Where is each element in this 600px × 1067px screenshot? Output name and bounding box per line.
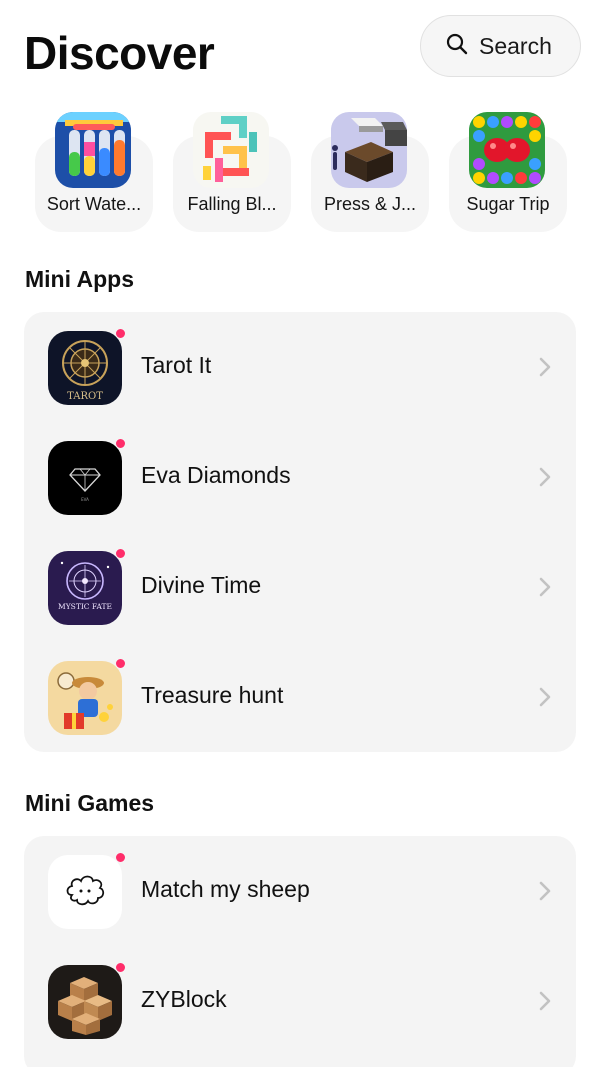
recent-item-label: Falling Bl... xyxy=(187,194,277,214)
sugar-trip-icon xyxy=(469,112,545,188)
recent-item-sort-water[interactable]: Sort Wate... xyxy=(35,112,153,232)
svg-text:TAROT: TAROT xyxy=(67,391,103,402)
list-item-eva-diamonds[interactable]: EVA Eva Diamonds xyxy=(24,422,576,532)
list-item-treasure-hunt[interactable]: Treasure hunt xyxy=(24,642,576,752)
section-title-mini-apps: Mini Apps xyxy=(25,266,135,292)
new-badge-dot xyxy=(115,328,126,339)
recent-item-press-jump[interactable]: Press & J... xyxy=(311,112,429,232)
sheep-icon xyxy=(48,855,122,929)
sort-water-icon xyxy=(55,112,131,188)
search-button[interactable]: Search xyxy=(420,15,581,77)
mini-games-card: Match my sheep ZYBlock xyxy=(24,836,576,1067)
app-name: Divine Time xyxy=(141,572,262,598)
list-item-match-my-sheep[interactable]: Match my sheep xyxy=(24,836,576,946)
app-name: Tarot It xyxy=(141,352,212,378)
list-item-divine-time[interactable]: MYSTIC FATE Divine Time xyxy=(24,532,576,642)
recent-item-label: Press & J... xyxy=(323,194,417,214)
svg-text:MYSTIC FATE: MYSTIC FATE xyxy=(58,602,112,611)
chevron-right-icon xyxy=(537,686,553,708)
chevron-right-icon xyxy=(537,466,553,488)
recent-item-label: Sort Wate... xyxy=(46,194,142,214)
falling-blocks-icon xyxy=(193,112,269,188)
search-icon xyxy=(445,32,469,61)
new-badge-dot xyxy=(115,962,126,973)
new-badge-dot xyxy=(115,548,126,559)
diamond-icon: EVA xyxy=(48,441,122,515)
recent-item-sugar-trip[interactable]: Sugar Trip xyxy=(449,112,567,232)
new-badge-dot xyxy=(115,438,126,449)
app-name: Eva Diamonds xyxy=(141,462,291,488)
chevron-right-icon xyxy=(537,356,553,378)
chevron-right-icon xyxy=(537,880,553,902)
header: Discover Search xyxy=(0,0,600,100)
press-jump-icon xyxy=(331,112,407,188)
page-title: Discover xyxy=(24,27,215,79)
app-name: ZYBlock xyxy=(141,986,227,1012)
list-item-tarot-it[interactable]: TAROT Tarot It xyxy=(24,312,576,422)
zyblock-icon xyxy=(48,965,122,1039)
tarot-icon: TAROT xyxy=(48,331,122,405)
chevron-right-icon xyxy=(537,576,553,598)
recent-item-label: Sugar Trip xyxy=(466,194,550,214)
new-badge-dot xyxy=(115,852,126,863)
treasure-hunt-icon xyxy=(48,661,122,735)
section-title-mini-games: Mini Games xyxy=(25,790,155,816)
mini-apps-card: TAROT Tarot It EVA Eva Diamonds MYSTIC F… xyxy=(24,312,576,752)
list-item-zyblock[interactable]: ZYBlock xyxy=(24,946,576,1056)
search-label: Search xyxy=(479,32,552,59)
app-name: Treasure hunt xyxy=(141,682,284,708)
recent-apps-row: Sort Wate... Falling Bl... Press & J... … xyxy=(0,100,600,234)
app-name: Match my sheep xyxy=(141,876,310,902)
chevron-right-icon xyxy=(537,990,553,1012)
svg-text:EVA: EVA xyxy=(81,497,89,502)
mystic-fate-icon: MYSTIC FATE xyxy=(48,551,122,625)
recent-item-falling-blocks[interactable]: Falling Bl... xyxy=(173,112,291,232)
new-badge-dot xyxy=(115,658,126,669)
